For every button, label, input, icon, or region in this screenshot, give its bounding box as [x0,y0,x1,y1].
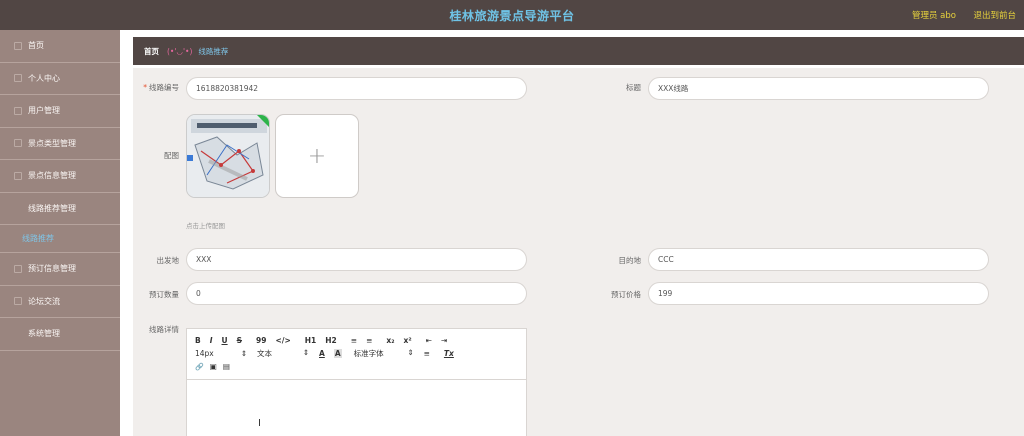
admin-label: 管理员 abo [911,11,956,21]
sidebar-subitem-route[interactable]: 线路推荐 [0,225,120,253]
sidebar-item-scenic-info[interactable]: 景点信息管理 [0,160,120,193]
link-button[interactable]: 🔗 [195,363,204,371]
sidebar-item-label: 个人中心 [28,73,60,83]
booking-icon [14,264,22,273]
font-size-value: 14px [195,349,214,358]
text-color-button[interactable]: A [319,349,325,358]
bullet-list-button[interactable]: ≡ [366,336,372,345]
logout-link[interactable]: 退出到前台 [973,9,1016,21]
bold-button[interactable]: B [195,336,201,345]
sidebar-item-label: 线路推荐管理 [28,203,76,213]
destination-label: 目的地 [618,256,642,265]
subscript-button[interactable]: x₂ [386,336,394,345]
sidebar-item-system[interactable]: 系统管理 [0,318,120,351]
breadcrumb: 首页 (•'◡'•) 线路推荐 [133,37,1024,65]
italic-button[interactable]: I [210,336,213,345]
title-label: 标题 [626,83,641,92]
users-icon [14,106,22,115]
image-label: 配图 [164,151,179,160]
details-label: 线路详情 [149,325,179,334]
heading2-button[interactable]: H2 [325,336,337,345]
text-style-select[interactable]: 文本 ⇕ [257,348,309,359]
clear-format-button[interactable]: Tx [444,349,454,358]
sidebar-item-label: 景点类型管理 [28,138,76,148]
departure-label: 出发地 [156,256,180,265]
sidebar-item-home[interactable]: 首页 [0,30,120,63]
underline-button[interactable]: U [222,336,228,345]
sidebar-item-forum[interactable]: 论坛交流 [0,286,120,318]
sidebar-item-label: 预订信息管理 [28,264,76,274]
font-family-value: 标准字体 [353,349,384,358]
heading1-button[interactable]: H1 [305,336,317,345]
user-icon [14,74,22,83]
sidebar: 首页 个人中心 用户管理 景点类型管理 景点信息管理 线路推荐管理 线路推荐 预… [0,30,120,436]
departure-input[interactable]: XXX [186,248,527,271]
text-style-value: 文本 [257,349,272,358]
destination-input[interactable]: CCC [648,248,989,271]
sidebar-item-label: 论坛交流 [28,296,60,306]
outdent-button[interactable]: ⇤ [426,336,432,345]
editor-content-area[interactable]: I [187,380,526,436]
info-icon [14,171,22,180]
font-family-select[interactable]: 标准字体 ⇕ [354,348,414,359]
breadcrumb-emoticon: (•'◡'•) [167,46,193,56]
title-input[interactable]: XXX线路 [648,77,989,100]
map-image-icon [187,115,269,197]
code-block-button[interactable]: </> [275,336,290,345]
route-form: * 线路编号 1618820381942 标题 XXX线路 配图 + 点击上传配… [133,68,1024,436]
sidebar-item-label: 首页 [28,41,44,51]
image-button[interactable]: ▣ [210,362,217,371]
breadcrumb-current: 线路推荐 [198,46,229,56]
select-arrows-icon: ⇕ [240,349,247,358]
sidebar-item-label: 用户管理 [28,106,60,116]
main-content: 首页 (•'◡'•) 线路推荐 * 线路编号 1618820381942 标题 X… [120,30,1024,436]
indent-button[interactable]: ⇥ [441,336,447,345]
sidebar-item-label: 系统管理 [28,329,60,339]
sidebar-item-route-recommend[interactable]: 线路推荐管理 [0,193,120,225]
text-cursor-icon: I [258,418,261,429]
font-size-select[interactable]: 14px ⇕ [195,349,247,358]
superscript-button[interactable]: x² [403,336,411,345]
sidebar-item-personal-center[interactable]: 个人中心 [0,63,120,95]
video-button[interactable]: ▤ [223,362,230,371]
strike-button[interactable]: S [237,336,242,345]
booking-count-label: 预订数量 [149,290,179,299]
select-arrows-icon: ⇕ [407,348,414,357]
sidebar-item-booking[interactable]: 预订信息管理 [0,253,120,286]
align-button[interactable]: ≡ [424,349,430,358]
sidebar-item-scenic-type[interactable]: 景点类型管理 [0,128,120,160]
editor-toolbar: B I U S 99 </> H1 H2 ≡ ≡ x₂ x² ⇤ ⇥ 14px … [187,329,526,380]
blockquote-button[interactable]: 99 [256,336,266,345]
sidebar-item-user-management[interactable]: 用户管理 [0,95,120,128]
upload-hint: 点击上传配图 [186,222,225,230]
route-no-input[interactable]: 1618820381942 [186,77,527,100]
rich-text-editor: B I U S 99 </> H1 H2 ≡ ≡ x₂ x² ⇤ ⇥ 14px … [186,328,527,436]
image-upload-button[interactable]: + [275,114,359,198]
bg-color-button[interactable]: A [333,349,342,358]
booking-count-input[interactable]: 0 [186,282,527,305]
app-title: 桂林旅游景点导游平台 [449,9,575,23]
ordered-list-button[interactable]: ≡ [351,336,357,345]
breadcrumb-home[interactable]: 首页 [144,46,159,57]
forum-icon [14,297,22,306]
select-arrows-icon: ⇕ [302,348,309,357]
top-bar: 桂林旅游景点导游平台 管理员 abo 退出到前台 [0,0,1024,30]
category-icon [14,139,22,148]
home-icon [14,41,22,50]
route-map-thumbnail[interactable] [186,114,270,198]
price-label: 预订价格 [611,290,641,299]
plus-icon: + [307,143,327,169]
sidebar-item-label: 景点信息管理 [28,171,76,181]
route-no-label: * 线路编号 [143,83,179,92]
price-input[interactable]: 199 [648,282,989,305]
